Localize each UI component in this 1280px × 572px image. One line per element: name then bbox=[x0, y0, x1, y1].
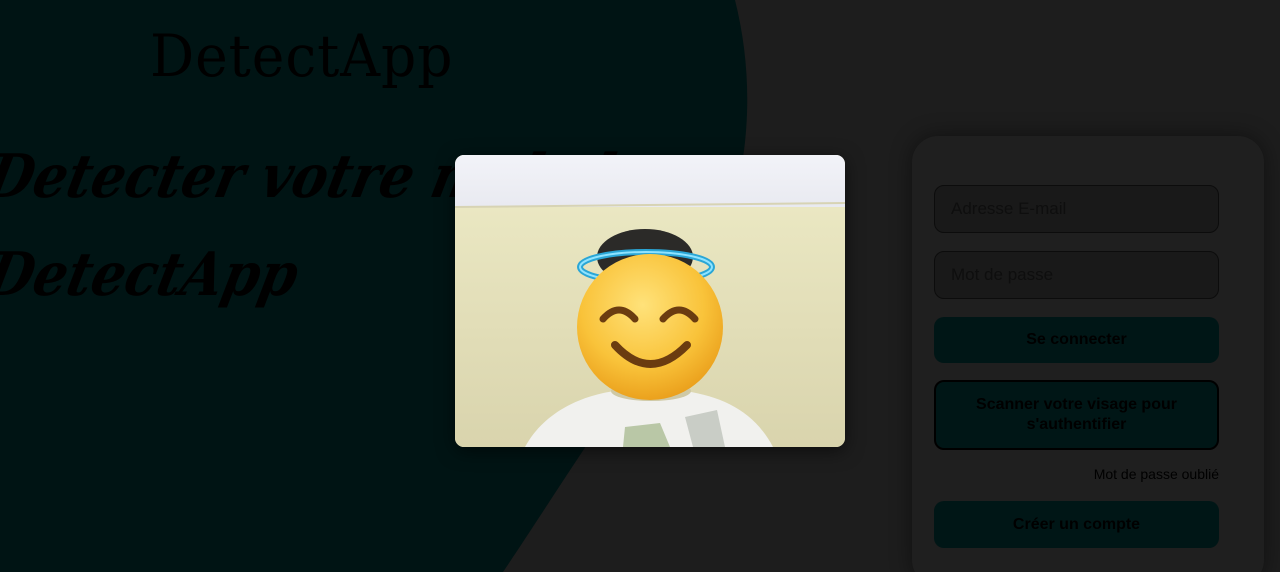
webcam-feed bbox=[455, 155, 845, 447]
hero-app-name: DetectApp bbox=[0, 240, 305, 310]
app-logo: DetectApp bbox=[150, 22, 454, 90]
login-page: DetectApp Detecter votre malad DetectApp… bbox=[0, 0, 1280, 572]
forgot-password-link[interactable]: Mot de passe oublié bbox=[934, 466, 1219, 482]
camera-preview-modal bbox=[455, 155, 845, 447]
create-account-button[interactable]: Créer un compte bbox=[934, 501, 1219, 548]
password-field[interactable] bbox=[934, 251, 1219, 299]
login-button[interactable]: Se connecter bbox=[934, 317, 1219, 363]
face-scan-button[interactable]: Scanner votre visage pour s'authentifier bbox=[934, 380, 1219, 450]
email-field[interactable] bbox=[934, 185, 1219, 233]
